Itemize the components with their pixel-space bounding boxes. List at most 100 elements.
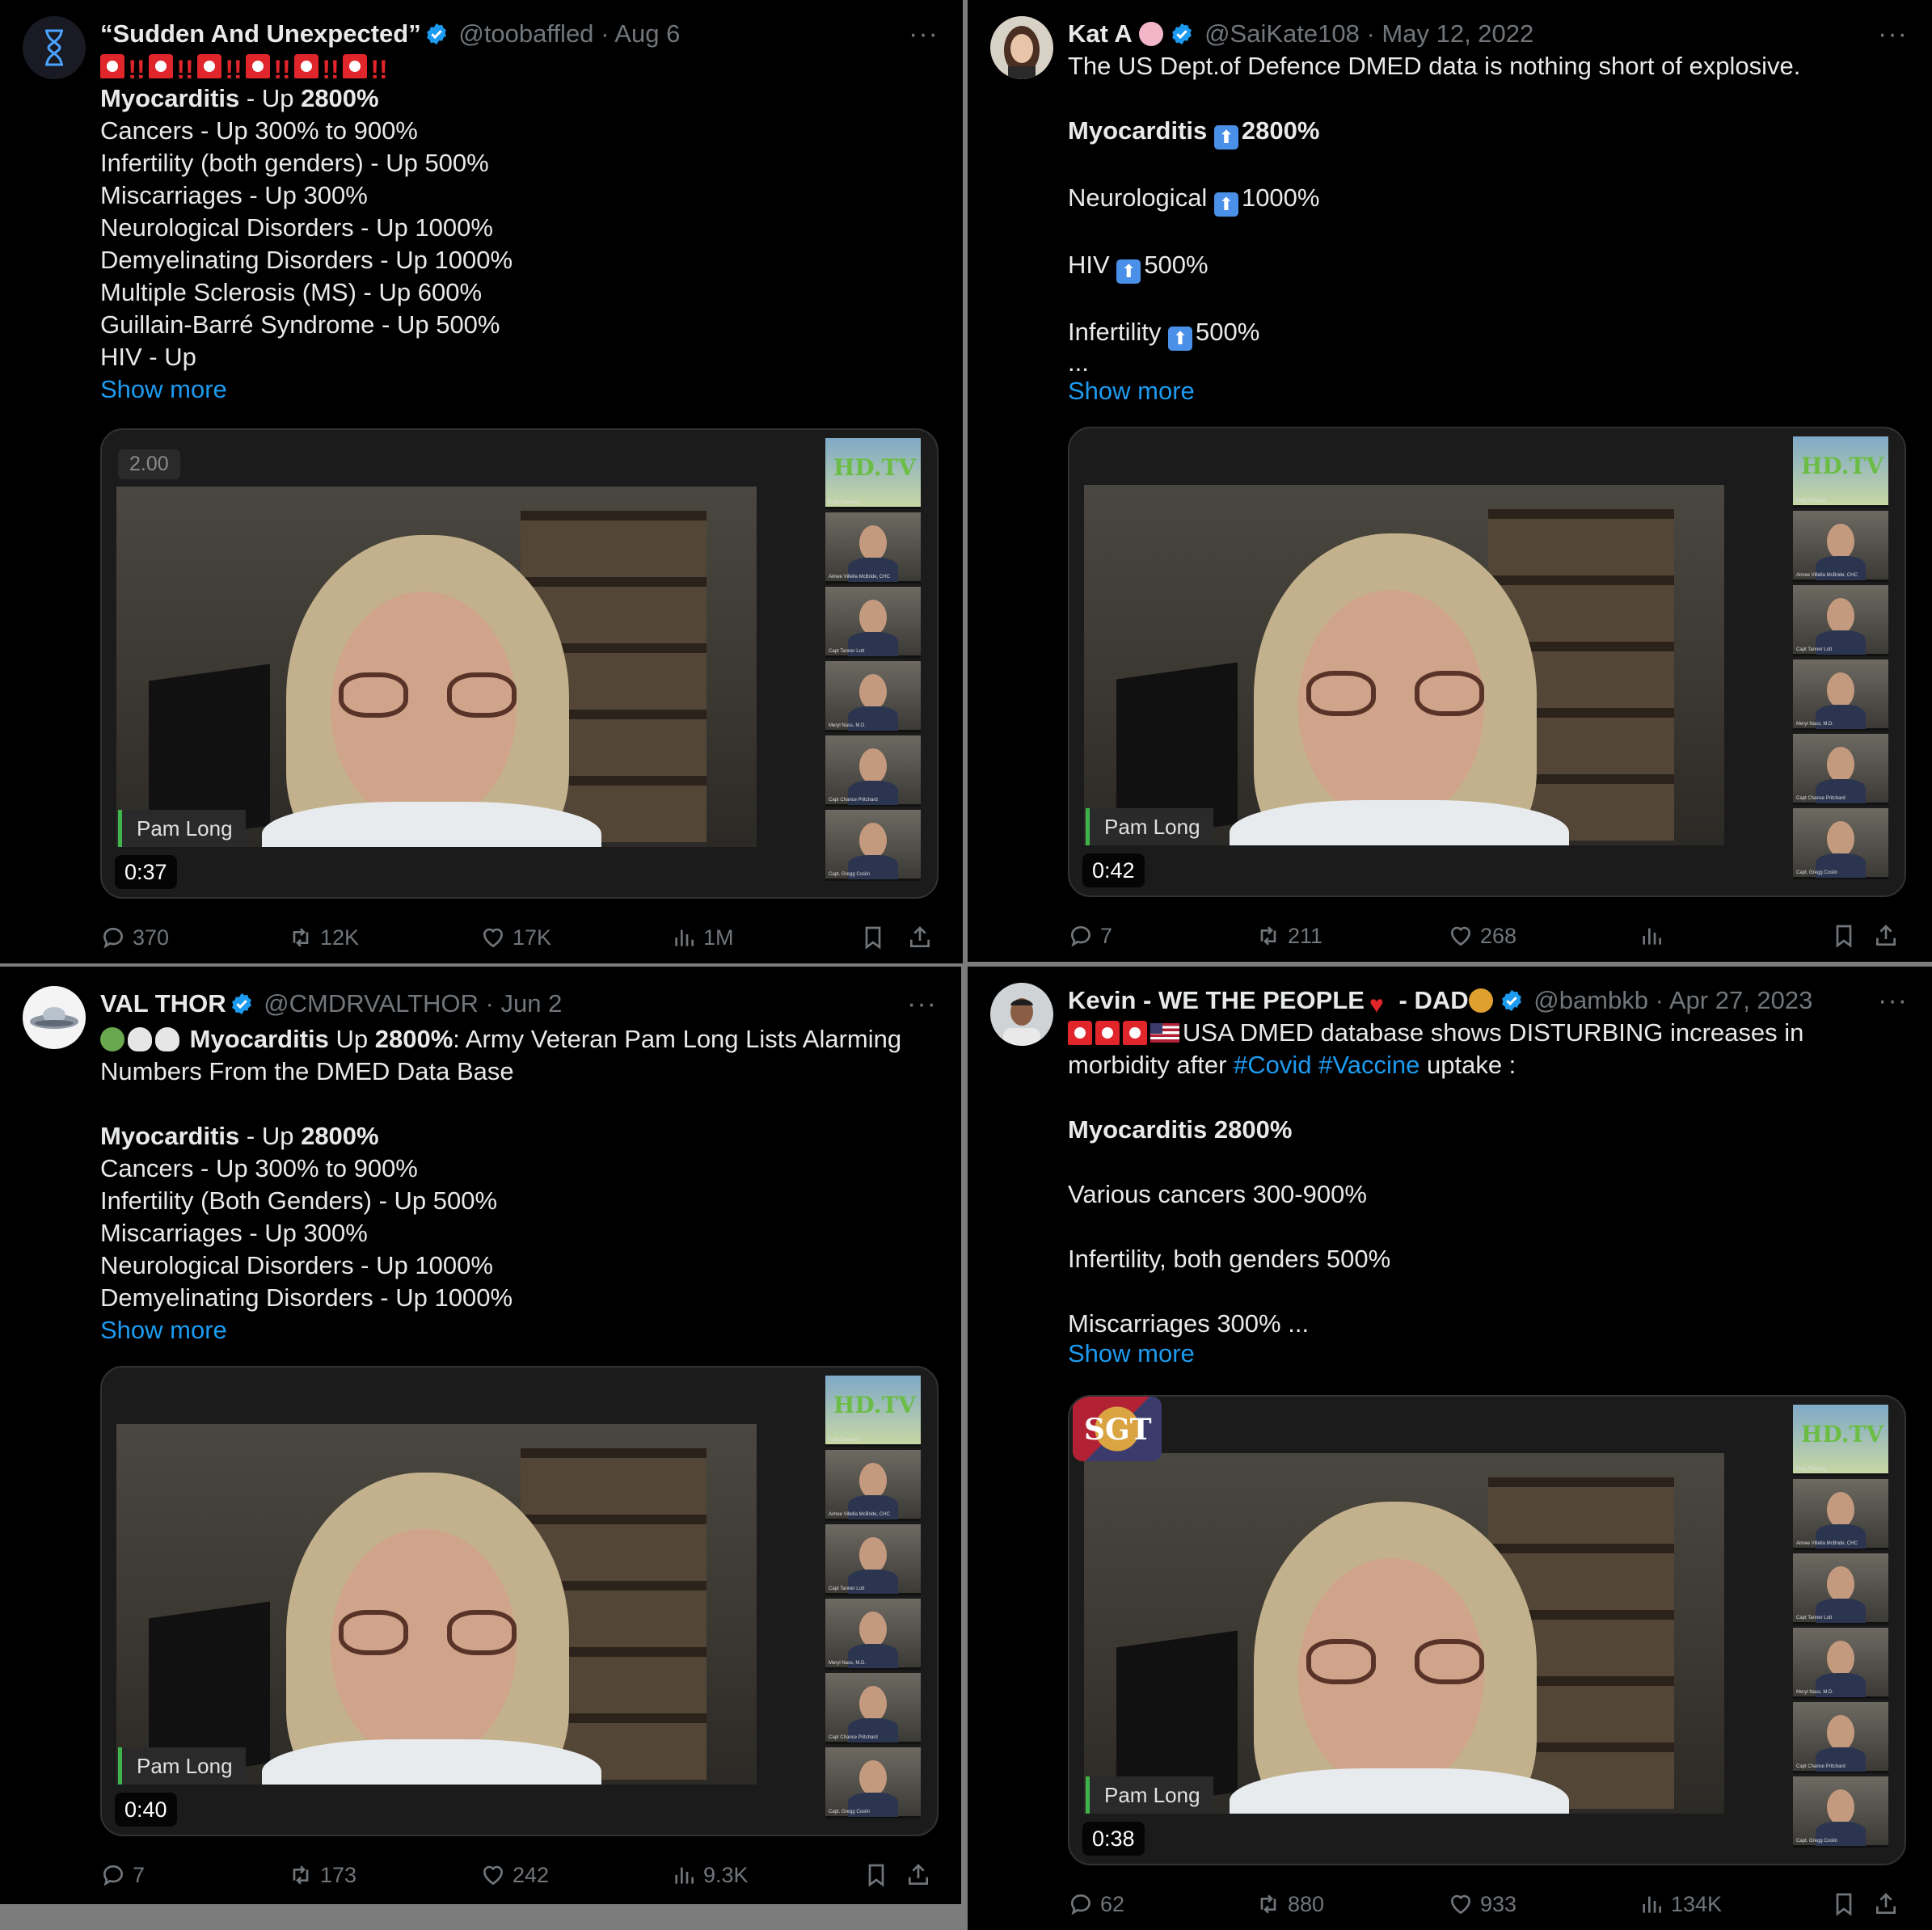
video-frame	[116, 1424, 757, 1785]
tweet-date[interactable]: Jun 2	[500, 989, 562, 1018]
author-handle[interactable]: @SaiKate108	[1204, 19, 1360, 48]
retweet-button[interactable]: 211	[1255, 918, 1322, 954]
like-button[interactable]: 17K	[480, 920, 551, 955]
share-button[interactable]	[905, 1857, 938, 1893]
avatar[interactable]	[23, 16, 86, 79]
retweet-button[interactable]: 880	[1255, 1886, 1324, 1922]
text-span: morbidity after	[1068, 1051, 1234, 1079]
share-icon	[907, 925, 933, 950]
video-frame	[1084, 485, 1724, 845]
author-name[interactable]: VAL THOR	[100, 989, 226, 1018]
views-button[interactable]: 134K	[1639, 1886, 1722, 1922]
participant-strip: HD.TV Polly Tommey Aimee Villella McBride…	[1793, 436, 1888, 893]
participant-caption: Polly Tommey	[1796, 499, 1827, 504]
show-more-link[interactable]: Show more	[1068, 1340, 1900, 1372]
show-more-link[interactable]: Show more	[100, 373, 930, 406]
more-options-icon[interactable]: ···	[1878, 983, 1908, 1018]
view-count: 1M	[703, 925, 734, 950]
ellipsis: ...	[1068, 348, 1089, 377]
reply-button[interactable]: 7	[100, 1857, 145, 1893]
video-player[interactable]: Pam Long 0:40 HD.TV Polly Tommey Aimee Vi…	[100, 1366, 939, 1836]
participant-caption: Aimee Villella McBride, CHC	[1796, 573, 1858, 578]
avatar[interactable]	[990, 16, 1053, 79]
reply-button[interactable]: 62	[1068, 1886, 1124, 1922]
share-button[interactable]	[1873, 1886, 1905, 1922]
author-handle[interactable]: @bambkb	[1533, 986, 1648, 1014]
like-button[interactable]: 933	[1448, 1886, 1516, 1922]
text-line: Neurological ⬆ 1000%	[1068, 182, 1900, 217]
show-more-link[interactable]: Show more	[100, 1314, 929, 1346]
tweet-card[interactable]: “Sudden And Unexpected” @toobaffled · Au…	[0, 0, 963, 963]
text-line: Infertility, both genders 500%	[1068, 1245, 1391, 1273]
views-button[interactable]: 1M	[671, 920, 734, 955]
tweet-date[interactable]: Aug 6	[614, 19, 680, 48]
show-more-link[interactable]: Show more	[1068, 375, 1900, 407]
verified-badge-icon	[1500, 988, 1524, 1013]
tweet-card[interactable]: Kevin - WE THE PEOPLE ♥ - DAD @bambkb · A…	[968, 967, 1932, 1930]
views-button[interactable]	[1639, 918, 1671, 954]
author-name-suffix[interactable]: - DAD	[1392, 986, 1469, 1014]
avatar[interactable]	[23, 986, 86, 1049]
skull-icon	[155, 1027, 179, 1051]
hashtag-link[interactable]: #Covid	[1234, 1051, 1312, 1079]
participant-caption: Capt Chance Pritchard	[829, 798, 878, 803]
participant-caption: Meryl Nass, M.D.	[829, 1661, 867, 1666]
bookmark-button[interactable]	[1831, 1886, 1863, 1922]
participant-caption: Meryl Nass, M.D.	[1796, 722, 1834, 727]
video-player[interactable]: 2.00 Pam Long 0:37 HD.TV Polly Tommey Aim…	[100, 428, 939, 899]
channel-logo: HD.TV	[1800, 1421, 1883, 1448]
views-button[interactable]: 9.3K	[671, 1857, 749, 1893]
nauseated-face-icon	[100, 1027, 124, 1051]
item-value: 500%	[1144, 251, 1209, 279]
more-options-icon[interactable]: ···	[909, 16, 939, 52]
author-name[interactable]: Kevin - WE THE PEOPLE	[1068, 986, 1365, 1014]
retweet-button[interactable]: 173	[288, 1857, 356, 1893]
tweet-date[interactable]: Apr 27, 2023	[1669, 986, 1813, 1014]
tweet-header: Kevin - WE THE PEOPLE ♥ - DAD @bambkb · A…	[1068, 983, 1908, 1018]
text-line: Cancers - Up 300% to 900%	[100, 116, 418, 145]
avatar[interactable]	[990, 983, 1053, 1046]
item-value: 2800%	[1241, 116, 1320, 145]
video-player[interactable]: SGT Pam Long 0:38 HD.TV Polly Tommey Aime…	[1068, 1395, 1906, 1865]
like-button[interactable]: 268	[1448, 918, 1516, 954]
like-count: 268	[1480, 924, 1517, 948]
more-options-icon[interactable]: ···	[1878, 16, 1908, 52]
text-line: Infertility (Both Genders) - Up 500%	[100, 1186, 498, 1215]
bookmark-button[interactable]	[860, 920, 892, 955]
participant-caption: Aimee Villella McBride, CHC	[1796, 1541, 1858, 1546]
tweet-date[interactable]: May 12, 2022	[1382, 19, 1533, 48]
tweet-text: USA DMED database shows DISTURBING incre…	[1068, 1017, 1900, 1372]
author-name[interactable]: “Sudden And Unexpected”	[100, 19, 421, 48]
retweet-button[interactable]: 12K	[288, 920, 359, 955]
share-icon	[905, 1862, 931, 1888]
author-name[interactable]: Kat A	[1068, 19, 1133, 48]
participant-caption: Polly Tommey	[829, 500, 859, 505]
bookmark-icon	[860, 925, 886, 950]
like-count: 242	[513, 1863, 550, 1887]
author-handle[interactable]: @toobaffled	[458, 19, 593, 48]
text-line: Myocarditis 2800%	[1068, 1115, 1293, 1144]
bookmark-button[interactable]	[1831, 918, 1863, 954]
reply-button[interactable]: 370	[100, 920, 169, 955]
share-button[interactable]	[1873, 918, 1905, 954]
share-button[interactable]	[907, 920, 939, 955]
tweet-card[interactable]: VAL THOR @CMDRVALTHOR · Jun 2 ··· Myocar…	[0, 967, 961, 1904]
bookmark-button[interactable]	[863, 1857, 896, 1893]
item-value: 1000%	[1241, 183, 1320, 212]
action-bar: 370 12K 17K 1M	[100, 920, 939, 955]
tweet-card[interactable]: Kat A @SaiKate108 · May 12, 2022 ··· The…	[968, 0, 1932, 962]
separator-dot: ·	[1655, 986, 1669, 1014]
flower-icon	[1139, 22, 1164, 46]
tweet-text: Myocarditis Up 2800%: Army Veteran Pam L…	[100, 1023, 929, 1346]
participant-caption: Polly Tommey	[829, 1438, 859, 1443]
views-icon	[671, 925, 697, 950]
like-button[interactable]: 242	[480, 1857, 549, 1893]
text-line: Myocarditis - Up 2800%	[100, 82, 930, 115]
more-options-icon[interactable]: ···	[907, 986, 937, 1022]
hashtag-link[interactable]: #Vaccine	[1318, 1051, 1419, 1079]
reply-count: 370	[133, 925, 170, 950]
video-player[interactable]: Pam Long 0:42 HD.TV Polly Tommey Aimee Vi…	[1068, 427, 1906, 897]
reply-button[interactable]: 7	[1068, 918, 1112, 954]
author-handle[interactable]: @CMDRVALTHOR	[264, 989, 479, 1018]
video-frame	[116, 487, 757, 847]
